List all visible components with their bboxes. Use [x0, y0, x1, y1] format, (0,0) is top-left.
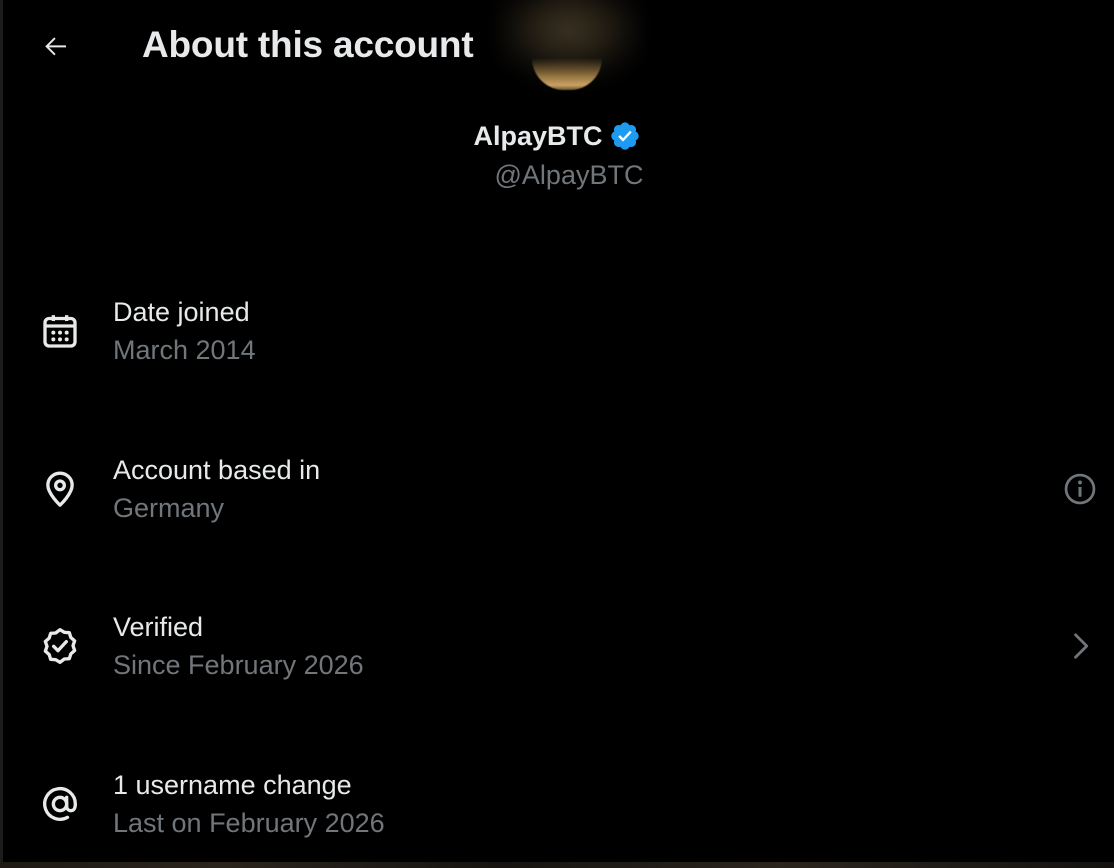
display-name: AlpayBTC	[473, 120, 603, 151]
account-based-in-label: Account based in	[113, 455, 321, 485]
avatar[interactable]	[478, 0, 658, 96]
profile-name-row: AlpayBTC	[0, 120, 1114, 152]
calendar-icon	[38, 309, 82, 353]
date-joined-label: Date joined	[113, 297, 250, 327]
username-change-row: 1 username change Last on February 2026	[0, 770, 1114, 868]
date-joined-value: March 2014	[113, 335, 256, 365]
at-sign-icon	[38, 782, 82, 826]
verified-value: Since February 2026	[113, 650, 364, 680]
username-change-value: Last on February 2026	[113, 808, 385, 838]
back-button[interactable]	[36, 26, 76, 66]
date-joined-row: Date joined March 2014	[0, 297, 1114, 397]
verified-check-icon	[38, 624, 82, 668]
profile-handle: @AlpayBTC	[494, 160, 644, 190]
verified-row[interactable]: Verified Since February 2026	[0, 612, 1114, 712]
page-title: About this account	[142, 24, 474, 65]
username-change-label: 1 username change	[113, 770, 352, 800]
account-based-in-value: Germany	[113, 493, 225, 523]
location-pin-icon	[38, 467, 82, 511]
verified-label: Verified	[113, 612, 204, 642]
chevron-right-icon[interactable]	[1060, 626, 1100, 666]
arrow-left-icon	[45, 37, 66, 56]
verified-badge-icon[interactable]	[609, 120, 641, 152]
about-account-page: About this account AlpayBTC @AlpayBTC Da…	[0, 0, 1114, 868]
account-based-in-row: Account based in Germany	[0, 455, 1114, 555]
window-bottom-edge	[0, 862, 1114, 868]
info-icon[interactable]	[1060, 469, 1100, 509]
